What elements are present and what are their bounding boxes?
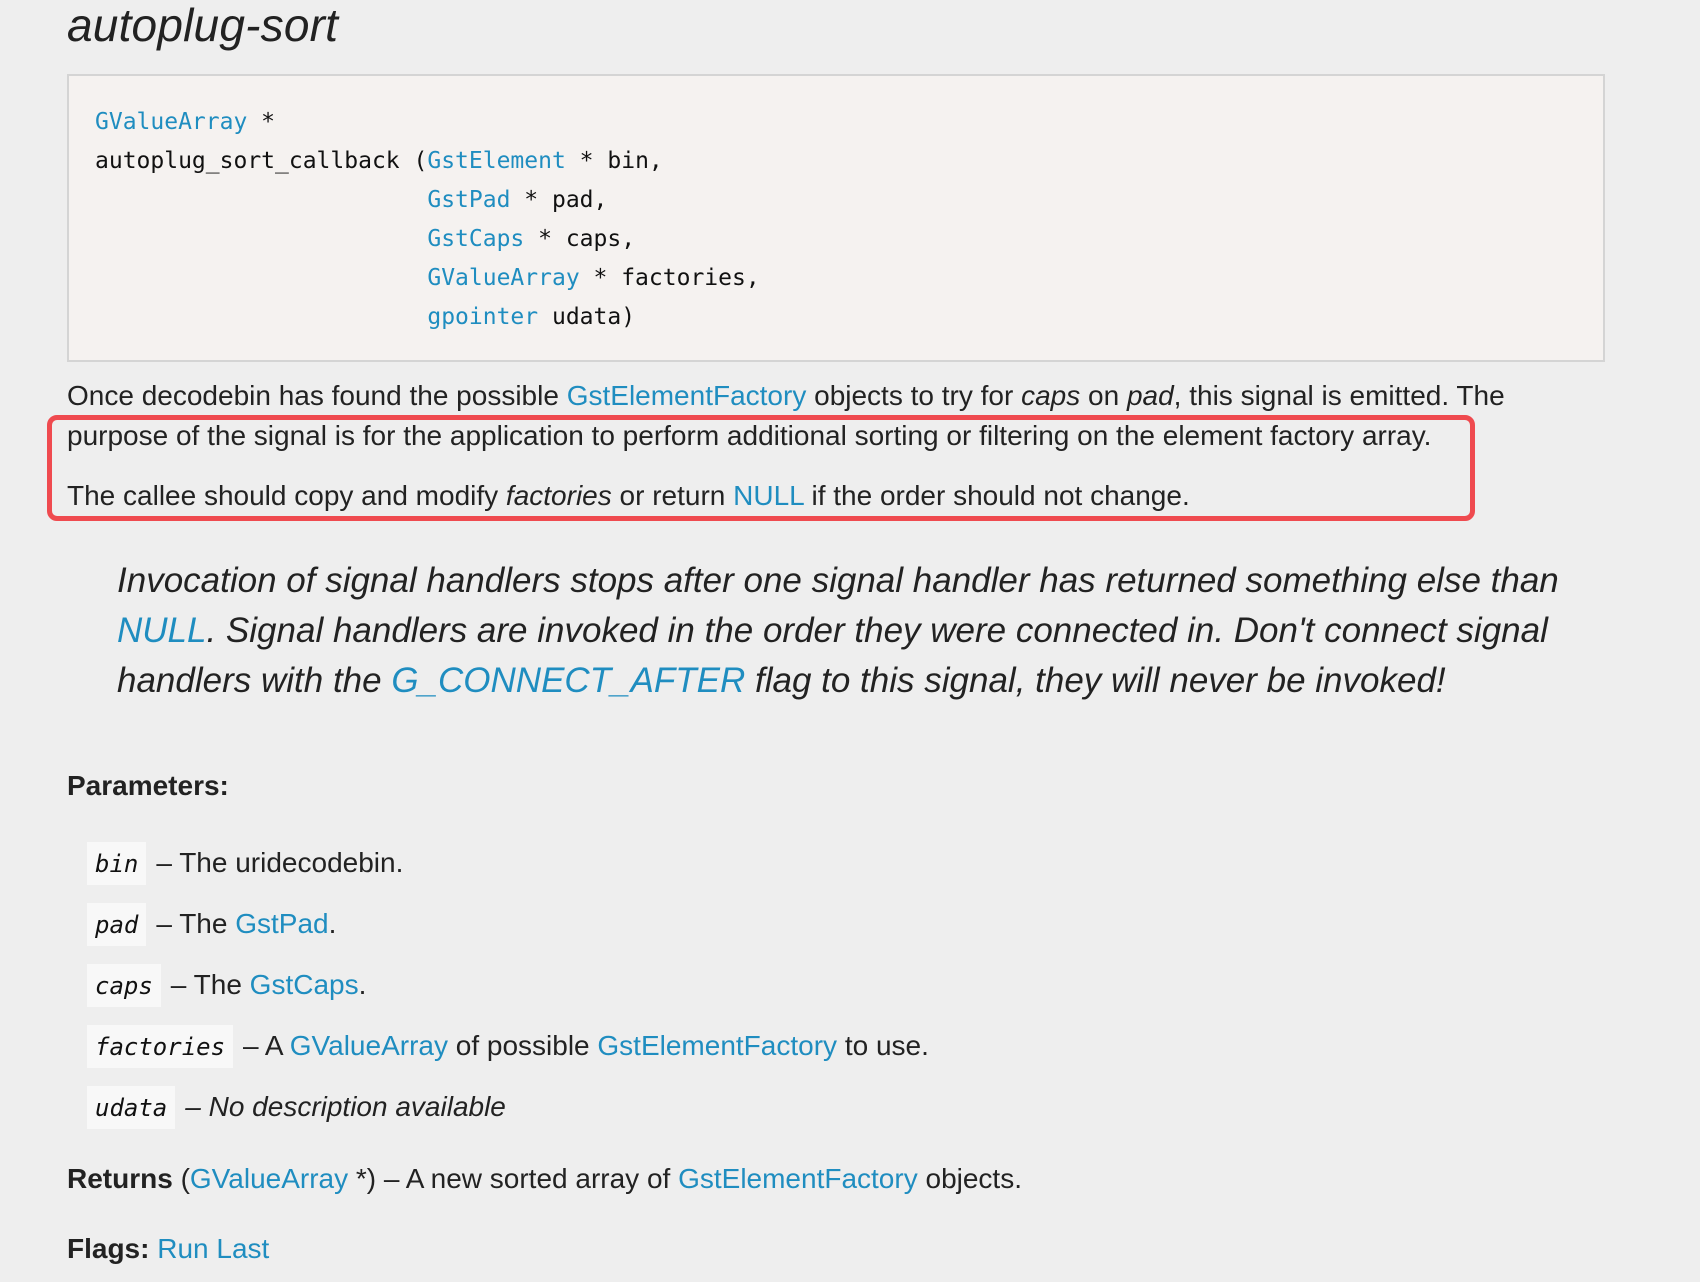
param-name-pad: pad (87, 903, 147, 946)
desc-text: objects to try for (806, 380, 1022, 411)
param-type-link-gstcaps[interactable]: GstCaps (427, 226, 524, 252)
gstelementfactory-link[interactable]: GstElementFactory (567, 380, 807, 411)
returns-gstelementfactory-link[interactable]: GstElementFactory (678, 1163, 918, 1194)
param-type-link-gpointer[interactable]: gpointer (427, 304, 538, 330)
param-desc: – The (156, 908, 236, 939)
return-pointer: * (247, 109, 276, 135)
note-text: Invocation of signal handlers stops afte… (117, 561, 1559, 600)
note-text: flag to this signal, they will never be … (745, 661, 1446, 700)
param-item-bin: bin – The uridecodebin. (87, 842, 403, 885)
param-desc: – The uridecodebin. (156, 847, 404, 878)
param-type-link-gstelement[interactable]: GstElement (427, 148, 565, 174)
gvaluearray-link[interactable]: GValueArray (290, 1030, 448, 1061)
param-desc: – The (170, 969, 250, 1000)
doc-page: autoplug-sort GValueArray * autoplug_sor… (47, 0, 1607, 1264)
gstpad-link[interactable]: GstPad (235, 908, 328, 939)
returns-label: Returns (67, 1163, 173, 1194)
gstelementfactory-link[interactable]: GstElementFactory (597, 1030, 837, 1061)
note-null-link[interactable]: NULL (117, 611, 206, 650)
section-title: autoplug-sort (67, 0, 339, 51)
parameters-heading: Parameters: (67, 770, 229, 801)
desc-text: on (1080, 380, 1127, 411)
returns-text: *) – A new sorted array of (348, 1163, 679, 1194)
return-type-link[interactable]: GValueArray (95, 109, 247, 135)
param-decl-pad: * pad, (510, 187, 608, 213)
param-desc: . (358, 969, 367, 1000)
param-decl-udata: udata) (538, 304, 636, 330)
param-desc: – No description available (185, 1091, 506, 1122)
param-desc: – A (243, 1030, 290, 1061)
returns-line: Returns (GValueArray *) – A new sorted a… (67, 1163, 1022, 1195)
param-item-caps: caps – The GstCaps. (87, 964, 366, 1007)
signal-note: Invocation of signal handlers stops afte… (117, 556, 1627, 706)
flags-line: Flags: Run Last (67, 1233, 269, 1265)
param-name-factories: factories (87, 1025, 234, 1068)
param-item-pad: pad – The GstPad. (87, 903, 336, 946)
param-item-udata: udata – No description available (87, 1086, 506, 1129)
param-name-bin: bin (87, 842, 147, 885)
returns-text: ( (172, 1163, 190, 1194)
param-name-udata: udata (87, 1086, 176, 1129)
function-name: autoplug_sort_callback ( (95, 148, 428, 174)
param-desc: . (328, 908, 337, 939)
pad-emphasis: pad (1126, 380, 1174, 411)
param-decl-caps: * caps, (524, 226, 636, 252)
code-signature-box: GValueArray * autoplug_sort_callback (Gs… (67, 74, 1605, 362)
code-signature: GValueArray * autoplug_sort_callback (Gs… (95, 103, 760, 337)
desc-text: Once decodebin has found the possible (67, 380, 567, 411)
param-desc: of possible (447, 1030, 598, 1061)
param-decl-factories: * factories, (579, 265, 760, 291)
run-last-link[interactable]: Run Last (157, 1233, 269, 1264)
param-decl-bin: * bin, (565, 148, 663, 174)
caps-emphasis: caps (1021, 380, 1081, 411)
gstcaps-link[interactable]: GstCaps (250, 969, 359, 1000)
red-highlight-box (47, 415, 1475, 521)
returns-text: objects. (917, 1163, 1022, 1194)
param-type-link-gvaluearray[interactable]: GValueArray (427, 265, 579, 291)
flags-label: Flags: (67, 1233, 150, 1264)
g-connect-after-link[interactable]: G_CONNECT_AFTER (391, 661, 745, 700)
param-item-factories: factories – A GValueArray of possible Gst… (87, 1025, 929, 1068)
returns-gvaluearray-link[interactable]: GValueArray (190, 1163, 348, 1194)
param-name-caps: caps (87, 964, 161, 1007)
param-type-link-gstpad[interactable]: GstPad (427, 187, 510, 213)
param-desc: to use. (837, 1030, 929, 1061)
